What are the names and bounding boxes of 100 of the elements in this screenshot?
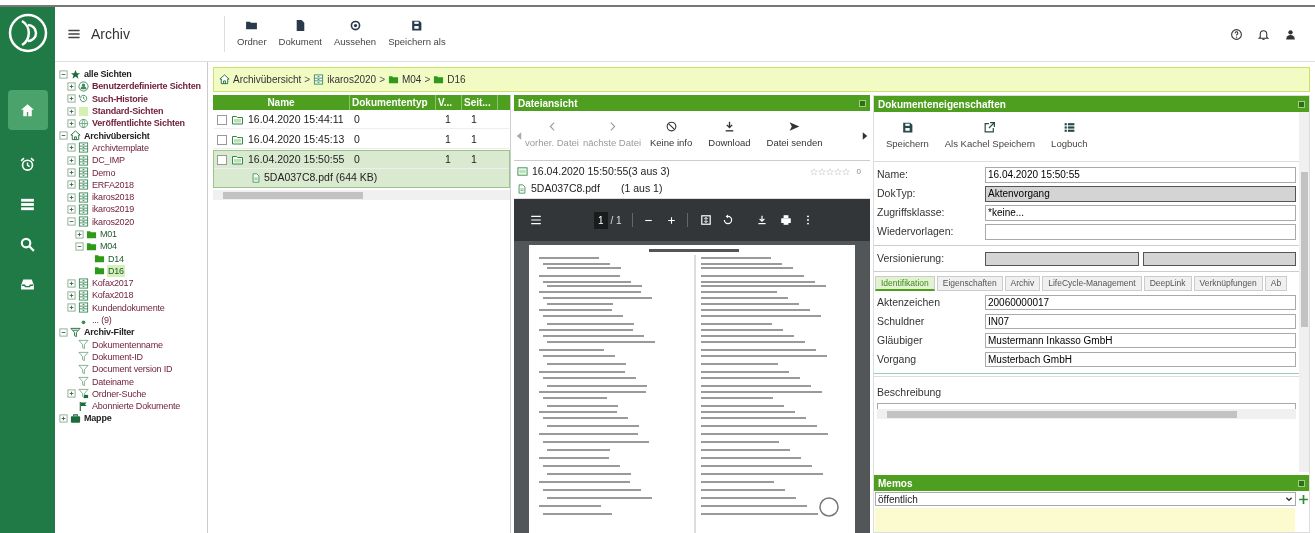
expand-icon[interactable] [67,389,76,399]
tree-item[interactable]: Kundendokumente [91,301,166,314]
zoom-in-icon[interactable] [665,214,677,226]
download-icon[interactable] [755,214,768,226]
close-icon[interactable] [1298,100,1305,108]
menu-icon[interactable] [530,214,542,226]
expand-icon[interactable] [67,291,76,300]
expand-icon[interactable] [67,94,76,104]
printer-icon[interactable] [779,214,792,226]
tab[interactable]: Archiv [1004,276,1041,291]
fit-page-icon[interactable] [699,214,712,226]
table-row[interactable]: 16.04.2020 15:44:11 0 1 1 [213,110,510,130]
tab[interactable]: LifeCycle-Management [1042,276,1142,291]
expand-icon[interactable] [67,155,76,165]
toolbar-button[interactable]: Dokument [272,18,328,50]
tab[interactable]: DeepLink [1143,276,1192,291]
select-field[interactable]: öffentlich [875,492,1296,506]
tree-item[interactable]: Ordner-Suche [91,387,148,400]
rotate-icon[interactable] [721,214,734,226]
help-icon[interactable] [1230,27,1243,41]
toolbar-button[interactable]: Ordner [231,18,273,50]
input-field[interactable]: 20060000017 [985,295,1296,310]
nav-button[interactable] [7,90,48,130]
expand-icon[interactable] [67,303,76,313]
collapse-icon[interactable] [59,69,68,79]
expand-icon[interactable] [67,180,76,190]
bell-icon[interactable] [1257,27,1270,41]
checkbox[interactable] [217,154,227,165]
tree-item[interactable]: Archivübersicht [83,129,151,142]
tree-item[interactable]: Standard-Sichten [91,105,165,118]
toolbar-button[interactable]: Speichern als [382,18,452,50]
expand-icon[interactable] [67,204,76,214]
expand-icon[interactable] [67,278,76,288]
toolbar-button[interactable]: Logbuch [1045,121,1094,152]
tab[interactable]: Ab [1264,276,1288,291]
expand-icon[interactable] [67,192,76,202]
input-field[interactable]: *keine... [985,204,1296,221]
tree-item[interactable]: ikaros2019 [91,203,136,216]
tree-item[interactable]: Archiv-Filter [83,326,136,339]
close-icon[interactable] [1298,479,1305,487]
expand-icon[interactable] [67,81,76,91]
star-icon[interactable] [825,167,834,176]
toolbar-button[interactable]: Datei senden [758,120,831,151]
table-row[interactable]: 16.04.2020 15:50:55 0 1 1 5DA037C8.pdf (644 KB) [213,150,510,188]
tree-item[interactable]: ikaros2018 [91,191,136,204]
menu-icon[interactable] [67,27,81,41]
expand-icon[interactable] [67,118,76,128]
tab[interactable]: Identifikation [875,276,935,291]
tree-item[interactable]: M01 [99,228,118,240]
input-field[interactable]: 16.04.2020 15:50:55 [985,166,1296,183]
tree-item[interactable]: Dokumentenname [91,338,164,351]
tree-item[interactable]: Abonnierte Dokumente [91,400,182,413]
toolbar-button[interactable]: Keine info [642,120,701,151]
tree-item[interactable]: Demo [91,166,117,179]
toolbar-button[interactable]: Speichern [880,121,935,152]
input-field[interactable] [985,223,1296,240]
breadcrumb-link[interactable]: D16 [447,72,466,87]
checkbox[interactable] [217,114,227,125]
tree-item[interactable]: ikaros2020 [91,215,136,228]
collapse-icon[interactable] [59,131,68,141]
toolbar-button[interactable]: Download [700,120,759,151]
tree-item[interactable]: Kofax2017 [91,277,135,290]
scrollbar[interactable] [1299,112,1309,472]
collapse-icon[interactable] [75,241,84,251]
table-row[interactable]: 16.04.2020 15:45:13 0 1 1 [213,130,510,150]
tree-item[interactable]: D16 [107,264,125,277]
add-icon[interactable] [1298,493,1309,505]
expand-icon[interactable] [67,143,76,153]
collapse-icon[interactable] [59,327,68,337]
tree-item[interactable]: M04 [99,240,118,253]
tree-item[interactable]: Dateiname [91,375,135,388]
tree-item[interactable]: Benutzerdefinierte Sichten [91,80,202,93]
star-icon[interactable] [809,167,818,176]
toolbar-button[interactable]: Als Kachel Speichern [938,121,1042,152]
tab[interactable]: Eigenschaften [936,276,1003,291]
tree-item[interactable]: Dokument-ID [91,350,144,363]
breadcrumb-link[interactable]: Archivübersicht [233,72,302,87]
scrollbar[interactable] [213,190,510,200]
expand-icon[interactable] [59,413,68,423]
scroll-right-icon[interactable] [862,130,868,141]
tree-item[interactable]: D14 [107,252,125,265]
tree-item[interactable]: Mappe [83,412,113,425]
tree-item[interactable]: Archivtemplate [91,141,150,154]
tree-item[interactable]: Veröffentlichte Sichten [91,117,186,130]
breadcrumb-link[interactable]: ikaros2020 [327,72,377,87]
expand-icon[interactable] [67,106,76,116]
page-field[interactable]: 1 [594,211,608,229]
scrollbar[interactable] [877,409,1296,419]
expand-icon[interactable] [67,168,76,177]
tree-item[interactable]: ERFA2018 [91,178,135,191]
file-entry[interactable]: 5DA037C8.pdf (644 KB) [264,170,378,186]
close-icon[interactable] [859,99,866,107]
star-icon[interactable] [833,167,842,176]
user-icon[interactable] [1284,27,1297,41]
tree-item[interactable]: alle Sichten [83,68,133,81]
toolbar-button[interactable]: Aussehen [327,18,383,50]
tree-item[interactable]: Kofax2018 [91,289,135,302]
collapse-icon[interactable] [67,217,76,227]
star-icon[interactable] [841,167,850,176]
tree-item[interactable]: Such-Historie [91,92,149,105]
